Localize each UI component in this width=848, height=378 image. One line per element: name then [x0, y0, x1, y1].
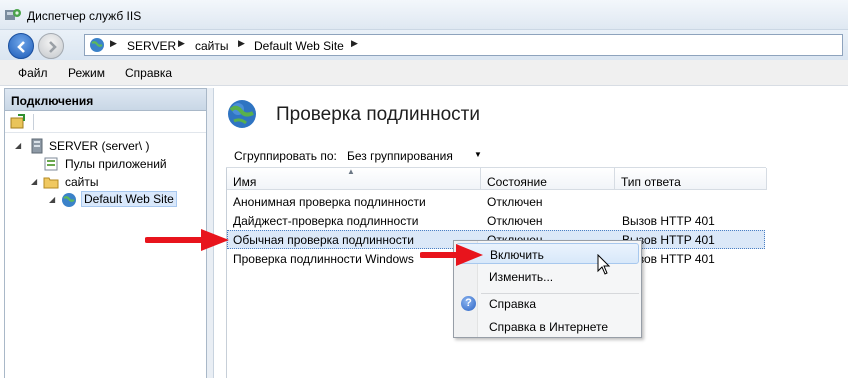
menu-file[interactable]: Файл: [16, 66, 50, 80]
menu-item-label: Справка в Интернете: [489, 320, 609, 334]
cell-response: Вызов HTTP 401: [622, 214, 715, 228]
cell-state: Отключен: [487, 214, 543, 228]
title-bar: Диспетчер служб IIS: [0, 0, 848, 30]
breadcrumb-sites[interactable]: сайты: [195, 39, 229, 53]
breadcrumb-server[interactable]: SERVER: [127, 39, 176, 53]
globe-icon: [228, 100, 256, 128]
group-by-select[interactable]: Без группирования: [344, 145, 459, 166]
toolbar-divider: [33, 114, 34, 130]
connections-toolbar: [5, 111, 206, 133]
help-icon: ?: [461, 296, 476, 311]
tree-item-sites[interactable]: ◢ сайты: [5, 173, 205, 191]
expanded-arrow-icon[interactable]: ◢: [31, 177, 37, 186]
breadcrumb-default-web-site[interactable]: Default Web Site: [254, 39, 344, 53]
tree-label: Пулы приложений: [65, 157, 167, 171]
red-arrow-annotation: [420, 244, 483, 266]
menu-view[interactable]: Режим: [66, 66, 107, 80]
expanded-arrow-icon[interactable]: ◢: [49, 195, 55, 204]
group-by-bar: Сгруппировать по: Без группирования ▼: [226, 142, 766, 168]
tree-label: Default Web Site: [81, 191, 177, 207]
connections-header: Подключения: [5, 89, 206, 111]
mouse-pointer-icon: [597, 254, 611, 275]
menu-item-edit[interactable]: Изменить...: [456, 266, 639, 287]
column-header-state[interactable]: Состояние: [481, 168, 615, 190]
menu-item-help[interactable]: ? Справка: [456, 293, 639, 314]
back-button[interactable]: [8, 33, 34, 59]
chevron-right-icon: ▶: [238, 38, 245, 48]
cell-name: Дайджест-проверка подлинности: [233, 214, 419, 228]
table-row[interactable]: Дайджест-проверка подлинности Отключен В…: [227, 211, 765, 230]
tree-item-server[interactable]: ◢ SERVER (server\ ): [5, 137, 205, 155]
tree-item-app-pools[interactable]: Пулы приложений: [5, 155, 205, 173]
app-pools-icon: [44, 157, 58, 171]
server-icon: [31, 138, 43, 154]
globe-icon: [62, 193, 76, 207]
address-bar[interactable]: ▶ SERVER ▶ сайты ▶ Default Web Site ▶: [84, 34, 843, 56]
menu-item-label: Изменить...: [489, 270, 554, 284]
menu-item-label: Включить: [490, 248, 544, 262]
chevron-right-icon: ▶: [110, 38, 117, 48]
folder-icon: [43, 177, 59, 189]
tree-item-default-web-site[interactable]: ◢ Default Web Site: [5, 191, 205, 209]
menu-help[interactable]: Справка: [123, 66, 174, 80]
expanded-arrow-icon[interactable]: ◢: [15, 141, 21, 150]
sort-ascending-icon: ▲: [347, 167, 355, 176]
column-label: Имя: [233, 175, 257, 189]
group-by-label: Сгруппировать по:: [234, 149, 337, 163]
window-title: Диспетчер служб IIS: [27, 9, 142, 23]
table-row[interactable]: Анонимная проверка подлинности Отключен: [227, 192, 765, 211]
menu-item-online-help[interactable]: Справка в Интернете: [456, 316, 639, 337]
cell-name: Проверка подлинности Windows: [233, 252, 414, 266]
column-header-name[interactable]: Имя ▲: [227, 167, 481, 190]
back-arrow-icon: [17, 41, 25, 53]
cell-state: Отключен: [487, 195, 543, 209]
column-header-response[interactable]: Тип ответа: [615, 168, 767, 190]
page-title: Проверка подлинности: [276, 104, 480, 125]
menu-bar: Файл Режим Справка: [0, 60, 848, 86]
connect-icon[interactable]: [10, 114, 26, 130]
cell-name: Обычная проверка подлинности: [233, 233, 414, 247]
cell-name: Анонимная проверка подлинности: [233, 195, 426, 209]
tree-label: SERVER (server\ ): [49, 139, 150, 153]
chevron-right-icon: ▶: [351, 38, 358, 48]
forward-arrow-icon: [49, 41, 57, 53]
iis-app-icon: [5, 9, 21, 20]
tree-label: сайты: [65, 175, 99, 189]
menu-item-label: Справка: [489, 297, 537, 311]
column-label: Тип ответа: [621, 175, 681, 189]
column-label: Состояние: [487, 175, 547, 189]
forward-button[interactable]: [38, 33, 64, 59]
web-site-icon: [90, 38, 104, 52]
dropdown-caret-icon[interactable]: ▼: [474, 150, 482, 159]
red-arrow-annotation: [145, 229, 229, 251]
chevron-right-icon: ▶: [178, 38, 185, 48]
